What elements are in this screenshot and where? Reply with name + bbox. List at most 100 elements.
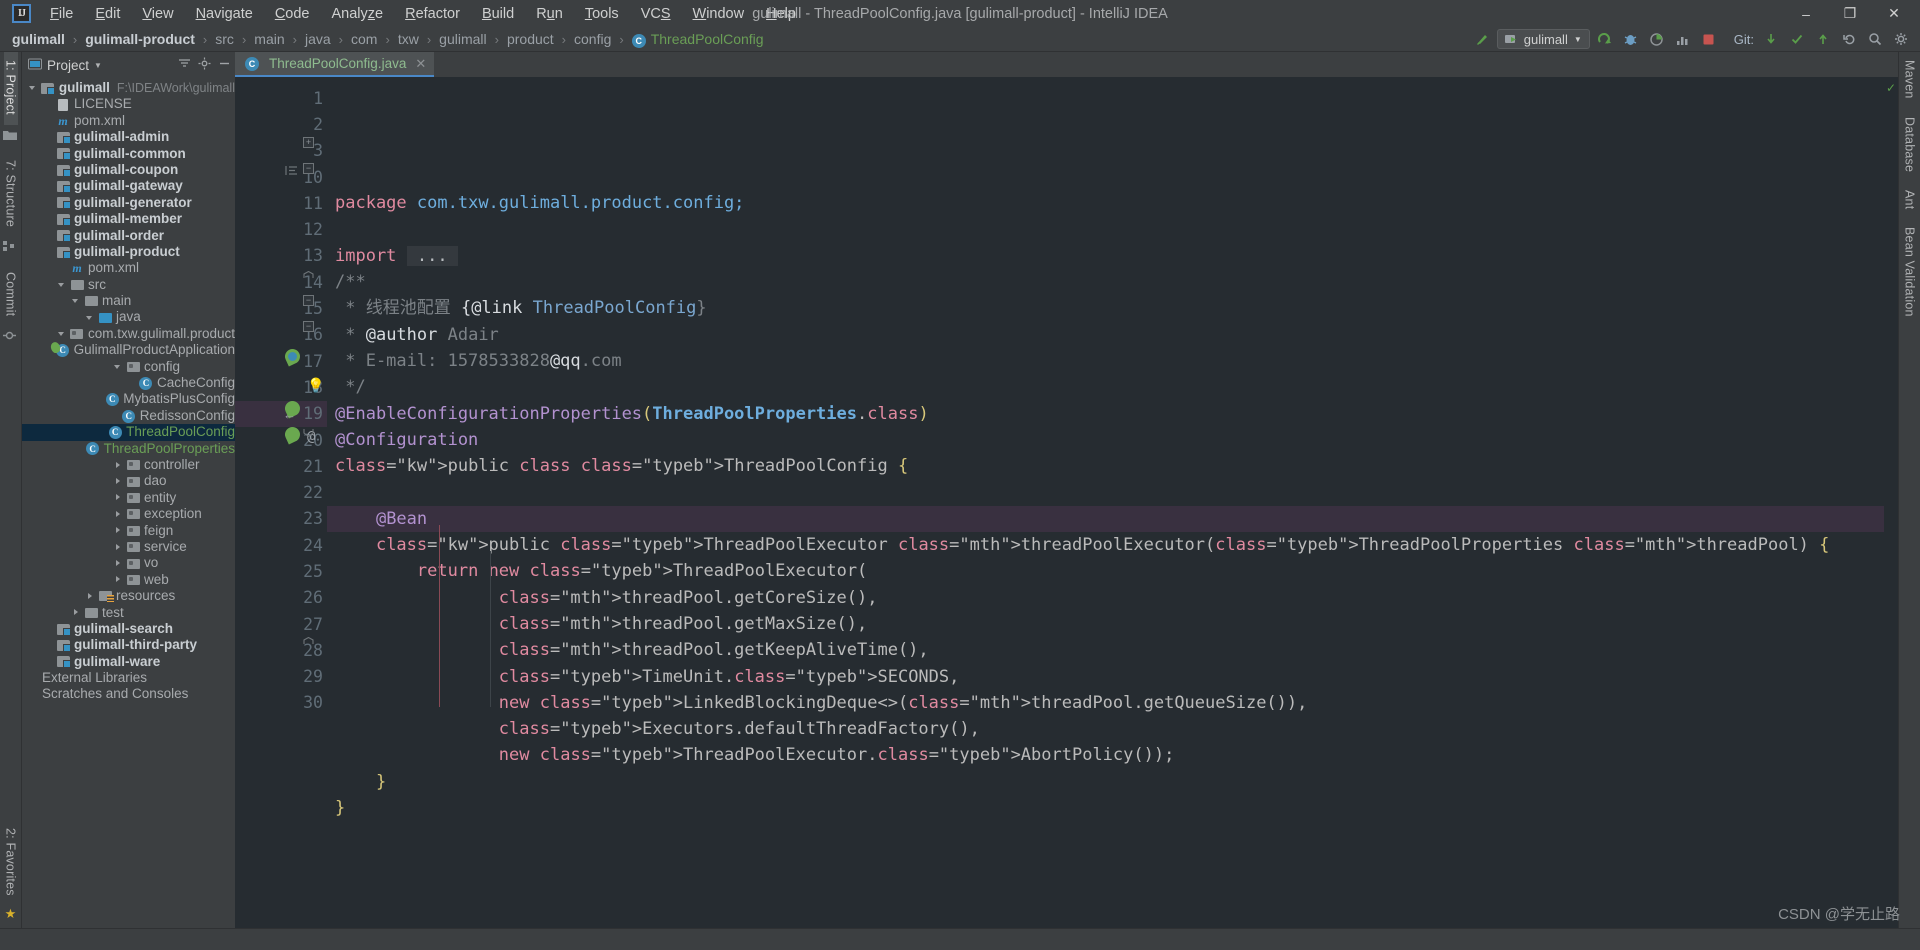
tree-item[interactable]: gulimall-generator [22,195,235,211]
code-line[interactable]: @Configuration [327,427,1884,453]
code-editor[interactable]: 1 2 3 10 11 12 13 14 15 16 17 18 19 20 21 22 23 24 25 26 27 2… [235,77,1898,928]
git-push-icon[interactable] [1812,29,1834,49]
search-everywhere-icon[interactable] [1864,29,1886,49]
tree-item[interactable]: src [22,277,235,293]
close-icon[interactable]: ✕ [415,56,426,72]
menu-item-tools[interactable]: Tools [574,3,630,25]
code-line[interactable]: class="mth">threadPool.getCoreSize(), [327,585,1884,611]
breadcrumb-item-gulimall[interactable]: gulimall [437,31,488,47]
editor-gutter[interactable]: 1 2 3 10 11 12 13 14 15 16 17 18 19 20 21 22 23 24 25 26 27 2… [235,77,327,928]
code-line[interactable]: new class="typeb">LinkedBlockingDeque<>(… [327,690,1884,716]
code-line[interactable]: new class="typeb">ThreadPoolExecutor.cla… [327,742,1884,768]
chevron-right-icon[interactable] [114,542,124,552]
code-line[interactable]: class="mth">threadPool.getMaxSize(), [327,611,1884,637]
menu-item-analyze[interactable]: Analyze [321,3,395,25]
code-line[interactable]: } [327,769,1884,795]
tree-item[interactable]: com.txw.gulimall.product [22,326,235,342]
tree-item[interactable]: resources [22,588,235,604]
right-rail-item-bean-validation[interactable]: Bean Validation [1903,219,1917,327]
chevron-down-icon[interactable] [57,329,68,339]
tree-item[interactable]: gulimall-gateway [22,178,235,194]
sidebar-item-favorites[interactable]: 2: Favorites [4,820,18,906]
tree-item[interactable]: gulimall-order [22,228,235,244]
tree-item[interactable]: controller [22,457,235,473]
right-rail-item-maven[interactable]: Maven [1903,52,1917,109]
breadcrumb-item-txw[interactable]: txw [396,31,421,47]
code-line[interactable]: return new class="typeb">ThreadPoolExecu… [327,558,1884,584]
chevron-down-icon[interactable] [72,296,82,306]
tree-item[interactable]: C RedissonConfig [22,408,235,424]
chevron-down-icon[interactable] [86,313,96,323]
menu-item-view[interactable]: View [131,3,184,25]
menu-item-window[interactable]: Window [682,3,756,25]
breadcrumb-item-src[interactable]: src [213,31,236,47]
right-rail-item-ant[interactable]: Ant [1903,182,1917,219]
breadcrumb-item-gulimall[interactable]: gulimall [10,31,67,47]
sidebar-item-structure[interactable]: 7: Structure [4,152,18,237]
fold-method-end-icon[interactable] [303,635,314,646]
close-button[interactable]: ✕ [1872,0,1916,27]
right-rail-item-database[interactable]: Database [1903,109,1917,182]
breadcrumb-item-java[interactable]: java [303,31,333,47]
tree-item[interactable]: java [22,309,235,325]
code-line[interactable]: class="kw">public class class="typeb">Th… [327,453,1884,479]
run-icon[interactable] [1594,29,1616,49]
collapse-all-icon[interactable] [178,57,191,74]
chevron-right-icon[interactable] [114,460,124,470]
build-icon[interactable] [1471,29,1493,49]
tree-item[interactable]: gulimall-third-party [22,637,235,653]
breadcrumb-item-gulimall-product[interactable]: gulimall-product [83,31,197,47]
menu-item-help[interactable]: Help [755,3,807,25]
code-line[interactable]: class="typeb">Executors.defaultThreadFac… [327,716,1884,742]
tree-item[interactable]: dao [22,473,235,489]
breadcrumb-item-product[interactable]: product [505,31,556,47]
code-line[interactable]: class="kw">public class="typeb">ThreadPo… [327,532,1884,558]
chevron-down-icon[interactable] [114,362,124,372]
breadcrumb-current-class[interactable]: C ThreadPoolConfig [630,31,766,48]
gear-icon[interactable] [198,57,211,74]
error-stripe[interactable]: ✓ [1884,77,1898,928]
tree-item-scratches-and-consoles[interactable]: Scratches and Consoles [22,686,235,702]
tree-item[interactable]: C ThreadPoolProperties [22,441,235,457]
code-content[interactable]: package com.txw.gulimall.product.config;… [327,77,1884,928]
code-line[interactable]: /** [327,269,1884,295]
fold-annotations-icon[interactable]: − [303,295,314,306]
tree-item-external-libraries[interactable]: External Libraries [22,670,235,686]
spring-bean-class-icon[interactable] [282,346,303,367]
code-line[interactable] [327,479,1884,505]
stop-icon[interactable] [1698,29,1720,49]
tree-item[interactable]: C ThreadPoolConfig [22,424,235,441]
tree-item[interactable]: gulimall F:\IDEAWork\gulimall [22,80,235,96]
code-line[interactable]: */ [327,374,1884,400]
sidebar-item-commit[interactable]: Commit [4,264,18,326]
tree-item[interactable]: C CacheConfig [22,375,235,391]
tree-item[interactable]: gulimall-common [22,146,235,162]
debug-icon[interactable] [1620,29,1642,49]
breadcrumb-item-main[interactable]: main [252,31,286,47]
fold-method-icon[interactable] [303,427,314,438]
breadcrumb-item-com[interactable]: com [349,31,379,47]
tree-item[interactable]: main [22,293,235,309]
chevron-down-icon[interactable] [28,83,39,93]
menu-item-refactor[interactable]: Refactor [394,3,471,25]
chevron-right-icon[interactable] [72,608,82,618]
tree-item[interactable]: config [22,359,235,375]
menu-item-vcs[interactable]: VCS [630,3,682,25]
chevron-right-icon[interactable] [114,575,124,585]
code-line[interactable]: package com.txw.gulimall.product.config; [327,190,1884,216]
menu-item-edit[interactable]: Edit [84,3,131,25]
git-update-icon[interactable] [1760,29,1782,49]
code-line[interactable]: class="typeb">TimeUnit.class="typeb">SEC… [327,664,1884,690]
menu-item-run[interactable]: Run [525,3,574,25]
sidebar-item-project[interactable]: 1: Project [3,52,18,125]
tree-item[interactable]: C GulimallProductApplication [22,342,235,358]
tree-item[interactable]: C MybatisPlusConfig [22,391,235,407]
menu-item-build[interactable]: Build [471,3,525,25]
code-line[interactable]: @Bean [327,505,1884,533]
tree-item[interactable]: exception [22,506,235,522]
tree-item[interactable]: gulimall-ware [22,654,235,670]
tree-item[interactable]: gulimall-product [22,244,235,260]
gear-icon[interactable] [1890,29,1912,49]
spring-bean-autowire-icon[interactable] [282,424,303,445]
undo-icon[interactable] [1838,29,1860,49]
